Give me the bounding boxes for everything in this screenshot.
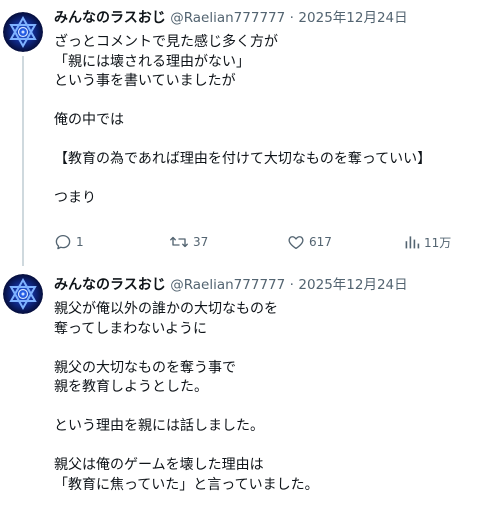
tweet-line: ​	[54, 398, 479, 418]
tweet-line: 親父の大切なものを奪う事で	[54, 359, 236, 376]
tweet-line: ​	[54, 339, 479, 359]
retweet-button[interactable]: 37	[169, 231, 208, 253]
tweet-line: という事を書いていましたが	[54, 73, 236, 89]
tweet-line: 親を教育しようとした。	[54, 379, 208, 395]
reply-button[interactable]: 1	[54, 231, 84, 253]
tweet-line: 「教育に焦っていた」と言っていました。	[54, 476, 319, 493]
avatar[interactable]	[3, 274, 43, 314]
retweet-icon	[170, 236, 188, 248]
tweet-line: つまり	[54, 190, 96, 206]
view-count: 11万	[424, 235, 452, 250]
avatar[interactable]	[3, 12, 43, 52]
tweet-line: 俺の中では	[54, 112, 124, 128]
tweet-line: ざっとコメントで見た感じ多く方が	[54, 34, 278, 50]
tweet[interactable]: みんなのラスおじ @Raelian777777 · 2025年12月24日 ざっ…	[0, 0, 485, 266]
tweet-line: 親父が俺以外の誰かの大切なものを	[54, 301, 278, 317]
author-handle[interactable]: @Raelian777777	[170, 277, 285, 293]
tweet-line: ​	[54, 92, 479, 112]
star-of-david-avatar-icon	[3, 274, 43, 314]
author-name[interactable]: みんなのラスおじ	[54, 277, 166, 293]
separator-dot: ·	[289, 277, 294, 293]
tweet-date[interactable]: 2025年12月24日	[298, 10, 407, 26]
tweet-header: みんなのラスおじ @Raelian777777 · 2025年12月24日	[54, 8, 408, 28]
tweet-date[interactable]: 2025年12月24日	[298, 277, 407, 293]
star-of-david-avatar-icon	[3, 12, 43, 52]
tweet-line: ​	[54, 170, 479, 190]
like-count: 617	[309, 235, 332, 249]
tweet-line: ​	[54, 437, 479, 457]
thread-connector-line	[22, 56, 24, 266]
reply-count: 1	[76, 235, 84, 249]
tweet-line: 【教育の為であれば理由を付けて大切なものを奪っていい】	[54, 151, 432, 167]
tweet-line: という理由を親には話しました。	[54, 418, 264, 434]
tweet-line: 親父は俺のゲームを壊した理由は	[54, 457, 264, 473]
retweet-count: 37	[193, 235, 209, 249]
author-handle[interactable]: @Raelian777777	[170, 10, 285, 26]
tweet-line: 奪ってしまわないように	[54, 320, 208, 337]
author-name[interactable]: みんなのラスおじ	[54, 10, 166, 26]
tweet-text: 親父が俺以外の誰かの大切なものを奪ってしまわないように​親父の大切なものを奪う事…	[54, 300, 479, 495]
tweet-line: ​	[54, 131, 479, 151]
views-button[interactable]: 11万	[404, 231, 451, 253]
heart-icon	[288, 236, 304, 250]
tweet-actions: 1 37 617 11万	[54, 231, 474, 253]
reply-icon	[55, 234, 71, 250]
like-button[interactable]: 617	[287, 231, 332, 253]
analytics-bar-icon	[405, 236, 420, 249]
tweet-line: 「親には壊される理由がない」	[54, 53, 250, 70]
tweet-header: みんなのラスおじ @Raelian777777 · 2025年12月24日	[54, 275, 408, 295]
separator-dot: ·	[289, 10, 294, 26]
tweet-text: ざっとコメントで見た感じ多く方が 「親には壊される理由がない」 という事を書いていま…	[54, 33, 479, 209]
tweet[interactable]: みんなのラスおじ @Raelian777777 · 2025年12月24日 親父…	[0, 262, 485, 516]
